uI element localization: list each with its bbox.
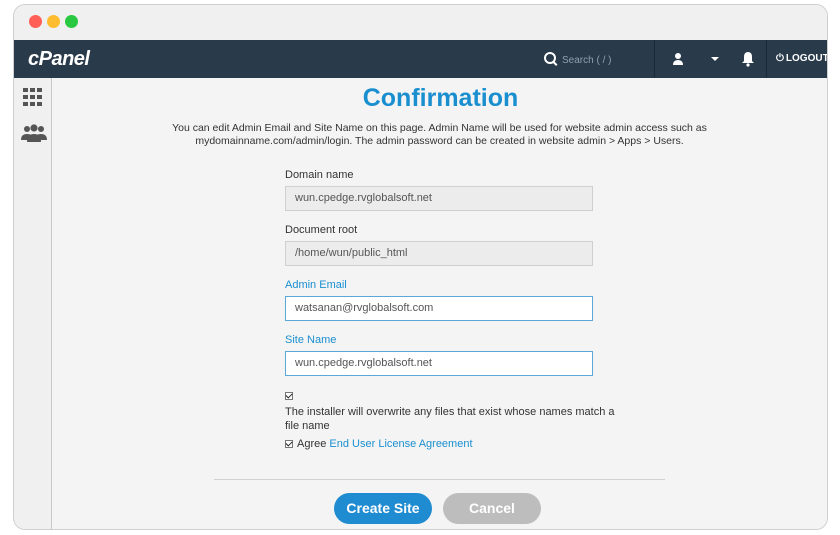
topbar-divider	[654, 40, 655, 78]
site-name-input[interactable]: wun.cpedge.rvglobalsoft.net	[285, 351, 593, 376]
logout-icon: ⏻	[776, 53, 784, 64]
domain-name-field: wun.cpedge.rvglobalsoft.net	[285, 186, 593, 211]
agree-label-row: Agree End User License Agreement	[297, 438, 473, 450]
maximize-window-button[interactable]	[65, 15, 78, 28]
overwrite-warning-text: The installer will overwrite any files t…	[285, 406, 615, 432]
site-name-label: Site Name	[285, 334, 337, 346]
users-icon[interactable]	[21, 124, 47, 142]
page-description: You can edit Admin Email and Site Name o…	[172, 122, 707, 147]
browser-window: cPanel Search ( / ) ⏻ LOGOUT Confirmatio…	[13, 4, 828, 530]
close-window-button[interactable]	[29, 15, 42, 28]
admin-email-label: Admin Email	[285, 279, 347, 291]
chevron-down-icon[interactable]	[711, 57, 719, 61]
sidebar	[14, 78, 52, 529]
minimize-window-button[interactable]	[47, 15, 60, 28]
domain-name-label: Domain name	[285, 169, 354, 181]
grid-icon[interactable]	[23, 88, 43, 106]
topbar-divider	[766, 40, 767, 78]
eula-link[interactable]: End User License Agreement	[329, 438, 472, 450]
main-content: Confirmation You can edit Admin Email an…	[52, 78, 827, 529]
logout-label: LOGOUT	[785, 53, 828, 64]
admin-email-input[interactable]: watsanan@rvglobalsoft.com	[285, 296, 593, 321]
search-box[interactable]: Search ( / )	[544, 51, 611, 67]
create-site-button[interactable]: Create Site	[334, 493, 432, 524]
form-divider	[214, 479, 665, 480]
overwrite-checkbox[interactable]	[285, 392, 293, 400]
search-placeholder: Search ( / )	[562, 55, 612, 66]
top-navigation-bar: cPanel Search ( / ) ⏻ LOGOUT	[14, 40, 828, 78]
document-root-field: /home/wun/public_html	[285, 241, 593, 266]
page-title: Confirmation	[362, 84, 519, 112]
bell-icon[interactable]	[741, 51, 755, 67]
cancel-button[interactable]: Cancel	[443, 493, 541, 524]
agree-label: Agree	[297, 438, 327, 450]
cpanel-logo[interactable]: cPanel	[28, 48, 90, 71]
document-root-label: Document root	[285, 224, 358, 236]
logout-button[interactable]: ⏻ LOGOUT	[776, 53, 828, 64]
search-icon	[544, 52, 556, 64]
agree-checkbox[interactable]	[285, 440, 293, 448]
title-bar	[14, 5, 827, 40]
user-icon[interactable]	[671, 52, 685, 66]
